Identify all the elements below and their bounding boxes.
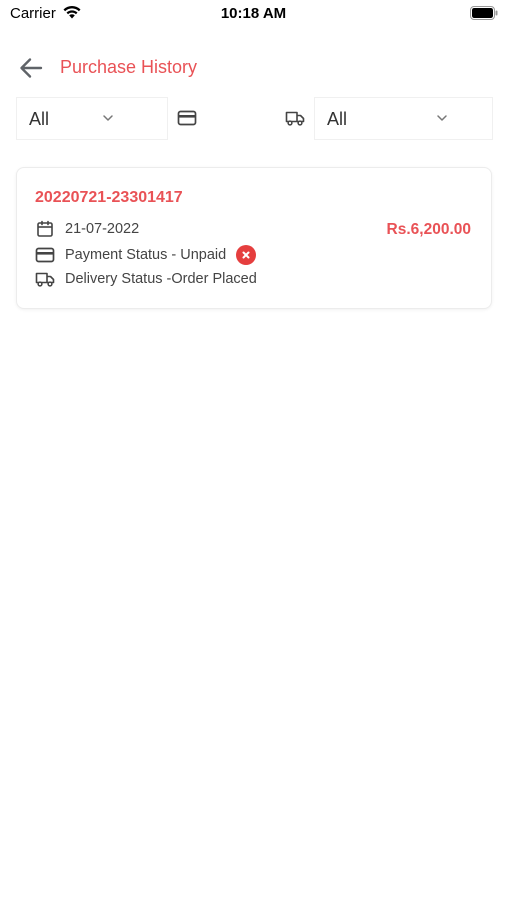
truck-icon [35, 270, 55, 288]
back-button[interactable] [16, 54, 46, 82]
battery-icon [470, 6, 498, 20]
arrow-left-icon [20, 58, 43, 78]
status-bar: Carrier 10:18 AM [0, 0, 507, 30]
delivery-filter-value: All [327, 109, 348, 129]
delivery-status-row: Delivery Status -Order Placed [35, 270, 257, 288]
clock: 10:18 AM [220, 5, 287, 22]
order-amount: Rs.6,200.00 [386, 221, 471, 238]
order-code: 20220721-23301417 [35, 189, 183, 206]
credit-card-icon [177, 110, 197, 126]
order-card[interactable]: 20220721-23301417 Rs.6,200.00 21-07-2022… [16, 167, 492, 309]
delivery-status: Delivery Status -Order Placed [65, 271, 257, 287]
order-date-row: 21-07-2022 [35, 220, 139, 238]
payment-filter-value: All [29, 109, 50, 129]
payment-status-row: Payment Status - Unpaid [35, 245, 257, 265]
chevron-down-icon [437, 115, 447, 121]
page-title: Purchase History [60, 57, 198, 77]
credit-card-icon [35, 246, 55, 264]
order-date: 21-07-2022 [65, 221, 140, 237]
truck-icon [285, 111, 305, 126]
payment-status-filter[interactable]: All [16, 97, 168, 140]
delivery-status-filter[interactable]: All [314, 97, 493, 140]
calendar-icon [35, 220, 55, 238]
unpaid-x-icon [236, 245, 257, 265]
chevron-down-icon [103, 115, 113, 121]
payment-status: Payment Status - Unpaid [65, 247, 227, 263]
